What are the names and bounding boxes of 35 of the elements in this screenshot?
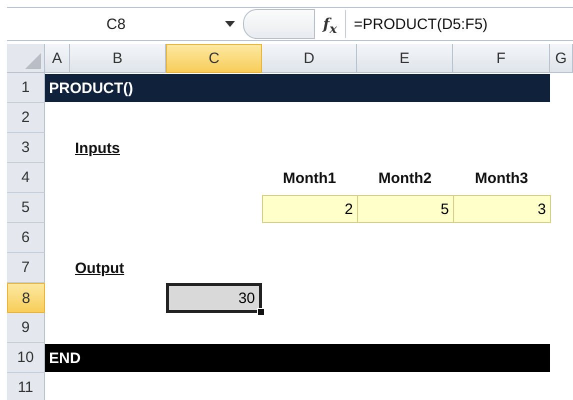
column-header[interactable]: D: [262, 44, 357, 73]
dropdown-caret-icon[interactable]: [225, 21, 235, 27]
row-header[interactable]: 8: [7, 283, 45, 313]
column-label: Month1: [282, 168, 338, 188]
row-header[interactable]: 2: [7, 103, 45, 133]
fill-handle[interactable]: [257, 308, 265, 316]
section-label: Output: [74, 258, 126, 278]
column-header[interactable]: E: [357, 44, 453, 73]
formula-field[interactable]: =PRODUCT(D5:F5): [346, 16, 488, 32]
row-header[interactable]: 6: [7, 223, 45, 253]
title-band: PRODUCT(): [45, 74, 550, 102]
name-box[interactable]: C8: [7, 8, 225, 40]
row-header[interactable]: 3: [7, 133, 45, 163]
splitter-handle[interactable]: [243, 9, 315, 39]
row-header[interactable]: 10: [7, 343, 45, 373]
input-cell: 5: [357, 195, 454, 223]
row-header[interactable]: 9: [7, 313, 45, 343]
row-header[interactable]: 11: [7, 373, 45, 400]
column-label: Month2: [377, 168, 433, 188]
column-header[interactable]: C: [166, 44, 262, 73]
output-cell[interactable]: 30: [166, 283, 262, 313]
insert-function-button[interactable]: f$_{x}$: [315, 10, 346, 38]
row-header[interactable]: 5: [7, 193, 45, 223]
column-header[interactable]: A: [45, 44, 70, 73]
column-header[interactable]: G: [550, 44, 573, 73]
input-cell: 2: [262, 195, 358, 223]
row-header[interactable]: 1: [7, 73, 45, 103]
row-header[interactable]: 4: [7, 163, 45, 193]
row-header[interactable]: 7: [7, 253, 45, 283]
title-band: END: [45, 344, 550, 372]
column-label: Month3: [474, 168, 530, 188]
column-header[interactable]: B: [70, 44, 166, 73]
section-label: Inputs: [74, 138, 121, 158]
input-cell: 3: [453, 195, 551, 223]
column-header[interactable]: F: [453, 44, 550, 73]
